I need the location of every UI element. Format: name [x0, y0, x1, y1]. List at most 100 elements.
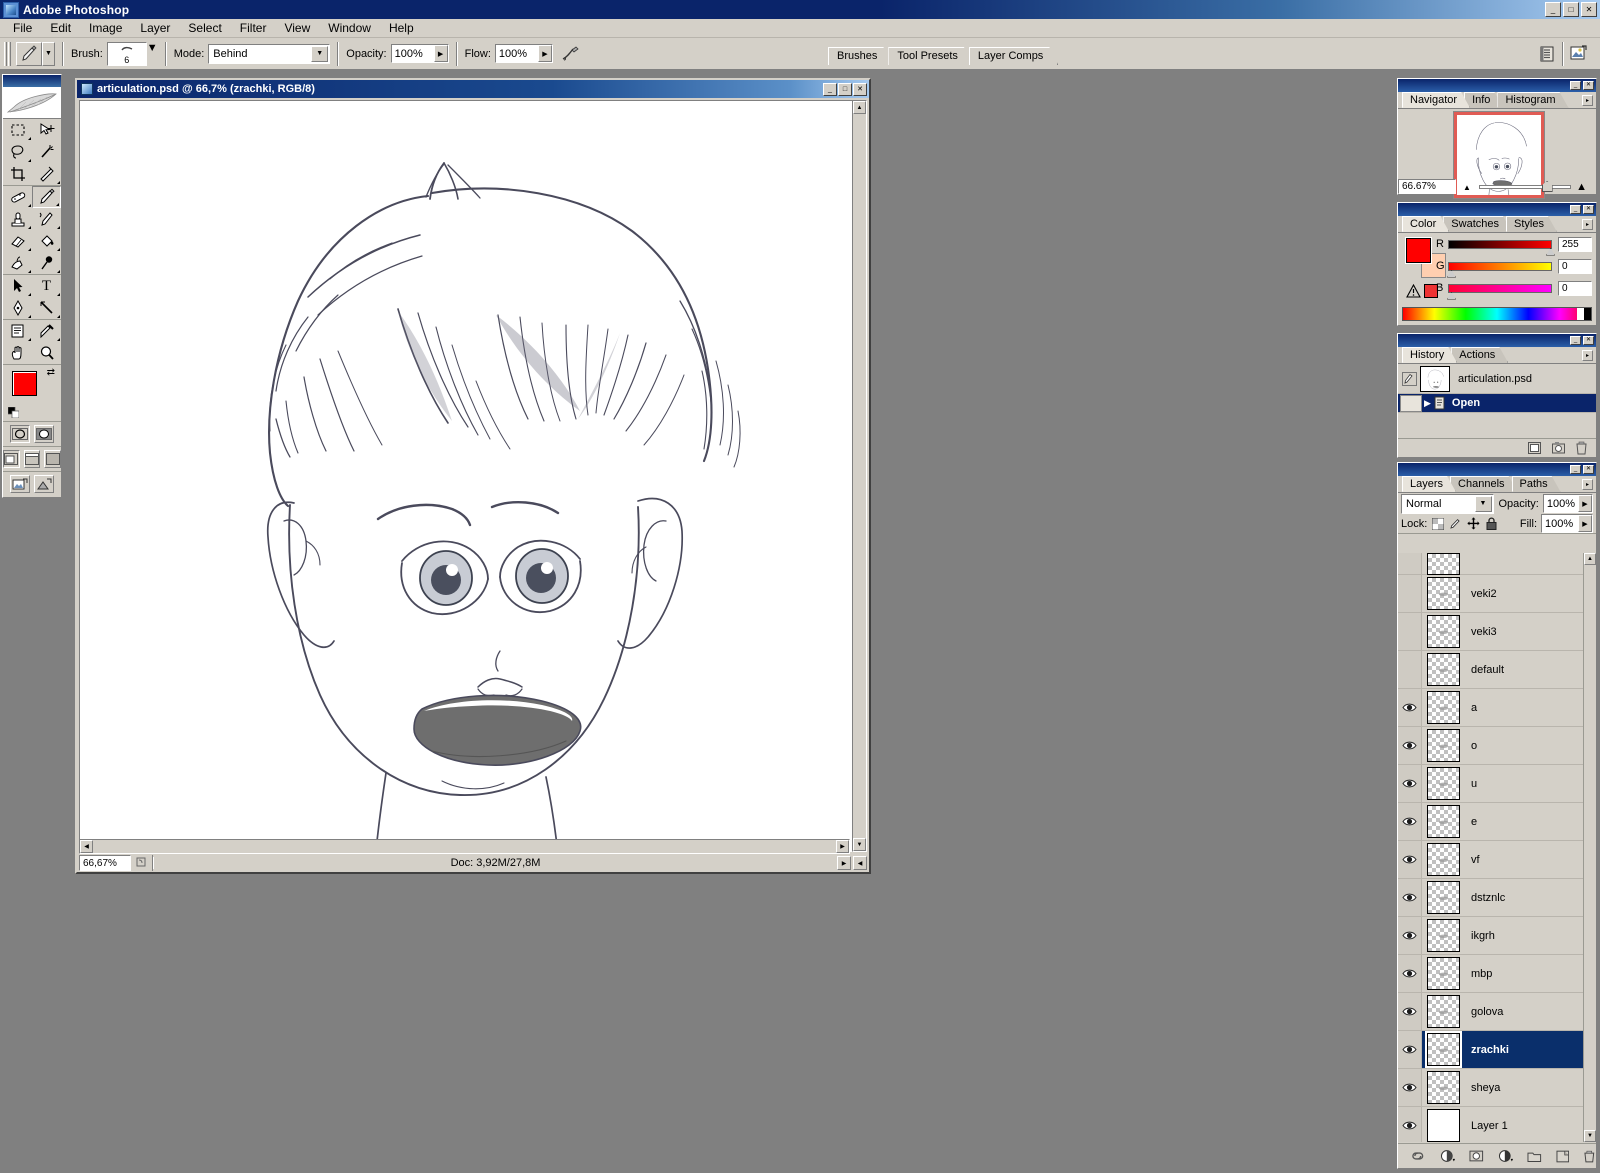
menu-item-help[interactable]: Help	[380, 19, 423, 37]
hand-tool[interactable]	[3, 342, 32, 364]
brush-tool[interactable]	[32, 186, 61, 208]
history-state-row[interactable]: ▶ Open	[1398, 394, 1596, 413]
navigator-minimize-button[interactable]: _	[1570, 81, 1581, 90]
layer-visibility-toggle[interactable]	[1398, 993, 1422, 1030]
link-layers-button[interactable]	[1410, 1150, 1426, 1162]
navigator-title-bar[interactable]: _ ✕	[1398, 79, 1596, 92]
palette-well-tab-brushes[interactable]: Brushes	[828, 47, 892, 65]
layer-thumbnail[interactable]	[1427, 653, 1460, 686]
layer-row-golova[interactable]: golova	[1398, 993, 1596, 1031]
layer-visibility-toggle[interactable]	[1398, 613, 1422, 650]
pen-tool[interactable]	[3, 297, 32, 319]
layer-visibility-toggle[interactable]	[1398, 689, 1422, 726]
full-screen-menubar-button[interactable]	[23, 450, 41, 468]
zoom-out-icon[interactable]: ▲	[1463, 183, 1471, 192]
navigator-zoom-input[interactable]: 66.67%	[1398, 178, 1456, 194]
layers-fill-arrow[interactable]: ▶	[1578, 515, 1592, 532]
layer-thumbnail[interactable]	[1427, 553, 1460, 575]
layer-visibility-toggle[interactable]	[1398, 553, 1422, 574]
menu-item-image[interactable]: Image	[80, 19, 131, 37]
layers-vertical-scrollbar[interactable]: ▲ ▼	[1583, 553, 1596, 1142]
history-brush-tool[interactable]	[32, 208, 61, 230]
zoom-slider-thumb[interactable]	[1541, 181, 1553, 192]
green-slider[interactable]	[1447, 261, 1552, 278]
document-maximize-button[interactable]: □	[838, 82, 852, 96]
history-state-source-toggle[interactable]	[1400, 394, 1422, 412]
layer-visibility-toggle[interactable]	[1398, 1031, 1422, 1068]
color-palette-menu-button[interactable]: ▸	[1582, 219, 1593, 230]
layers-scroll-down-button[interactable]: ▼	[1584, 1130, 1596, 1142]
history-close-button[interactable]: ✕	[1583, 336, 1594, 345]
foreground-color-swatch[interactable]	[12, 371, 37, 396]
layer-visibility-toggle[interactable]	[1398, 765, 1422, 802]
current-tool-preset-picker[interactable]: ▼	[16, 41, 55, 66]
scroll-right-button[interactable]: ▶	[836, 840, 849, 853]
jump-to-photoshop-button[interactable]	[34, 475, 54, 493]
clone-stamp-tool[interactable]	[3, 208, 32, 230]
opacity-slider-arrow[interactable]: ▶	[433, 45, 448, 62]
status-menu-arrow[interactable]: ▶	[837, 856, 851, 870]
blue-slider-knob[interactable]	[1447, 291, 1456, 300]
canvas-vertical-scrollbar[interactable]: ▲ ▼	[852, 100, 867, 852]
new-layer-button[interactable]	[1556, 1150, 1570, 1163]
tab-paths[interactable]: Paths	[1512, 476, 1561, 492]
color-spectrum-ramp[interactable]	[1402, 307, 1592, 321]
brush-picker-dropdown-arrow[interactable]: ▼	[147, 42, 158, 66]
menu-item-file[interactable]: File	[4, 19, 41, 37]
lock-position-icon[interactable]	[1467, 517, 1480, 530]
layer-mask-button[interactable]	[1469, 1149, 1484, 1163]
canvas-area[interactable]	[79, 100, 855, 852]
zoom-level-input[interactable]: 66,67%	[79, 855, 131, 871]
gradient-tool[interactable]	[32, 230, 61, 252]
quick-mask-mode-button[interactable]	[34, 425, 54, 443]
lock-transparency-icon[interactable]	[1431, 517, 1444, 530]
maximize-button[interactable]: □	[1563, 2, 1579, 17]
close-button[interactable]: ✕	[1581, 2, 1597, 17]
menu-item-edit[interactable]: Edit	[41, 19, 80, 37]
layer-thumbnail[interactable]	[1427, 919, 1460, 952]
delete-layer-button[interactable]	[1583, 1150, 1596, 1163]
zoom-in-icon[interactable]: ▲	[1576, 181, 1587, 193]
layers-minimize-button[interactable]: _	[1570, 465, 1581, 474]
new-document-from-state-button[interactable]	[1527, 441, 1542, 455]
layer-row-o[interactable]: o	[1398, 727, 1596, 765]
green-value-input[interactable]: 0	[1558, 258, 1592, 274]
layer-thumbnail[interactable]	[1427, 805, 1460, 838]
layer-visibility-toggle[interactable]	[1398, 1069, 1422, 1106]
snapshot-source-button[interactable]	[1398, 371, 1420, 386]
layer-thumbnail[interactable]	[1427, 1071, 1460, 1104]
layer-thumbnail[interactable]	[1427, 957, 1460, 990]
delete-state-button[interactable]	[1575, 441, 1588, 455]
layer-row-a[interactable]: a	[1398, 689, 1596, 727]
tool-preset-dropdown-arrow[interactable]: ▼	[42, 41, 55, 66]
layer-style-button[interactable]	[1440, 1149, 1456, 1163]
preview-size-icon[interactable]	[131, 855, 153, 871]
menu-item-select[interactable]: Select	[179, 19, 230, 37]
dodge-tool[interactable]	[32, 252, 61, 274]
tab-histogram[interactable]: Histogram	[1497, 92, 1568, 108]
lock-all-icon[interactable]	[1485, 517, 1498, 530]
layer-thumbnail[interactable]	[1425, 1031, 1462, 1068]
layers-opacity-arrow[interactable]: ▶	[1578, 495, 1592, 512]
lock-image-icon[interactable]	[1449, 517, 1462, 530]
layer-visibility-toggle[interactable]	[1398, 575, 1422, 612]
blue-slider[interactable]	[1447, 283, 1552, 300]
layer-thumbnail[interactable]	[1427, 767, 1460, 800]
layer-row[interactable]	[1398, 553, 1596, 575]
eyedropper-tool[interactable]	[32, 320, 61, 342]
blend-mode-select[interactable]: Behind ▼	[208, 43, 331, 64]
tab-actions[interactable]: Actions	[1451, 347, 1508, 363]
marquee-tool[interactable]	[3, 119, 32, 141]
black-white-swatches[interactable]	[1577, 308, 1591, 320]
layers-close-button[interactable]: ✕	[1583, 465, 1594, 474]
standard-mask-mode-button[interactable]	[10, 425, 30, 443]
layers-fill-input[interactable]: 100% ▶	[1541, 514, 1593, 533]
layers-title-bar[interactable]: _ ✕	[1398, 463, 1596, 476]
path-selection-tool[interactable]	[3, 275, 32, 297]
lasso-tool[interactable]	[3, 141, 32, 163]
crop-tool[interactable]	[3, 163, 32, 185]
zoom-slider-track[interactable]	[1479, 185, 1571, 189]
flow-slider-arrow[interactable]: ▶	[537, 45, 552, 62]
color-close-button[interactable]: ✕	[1583, 205, 1594, 214]
color-title-bar[interactable]: _ ✕	[1398, 203, 1596, 216]
